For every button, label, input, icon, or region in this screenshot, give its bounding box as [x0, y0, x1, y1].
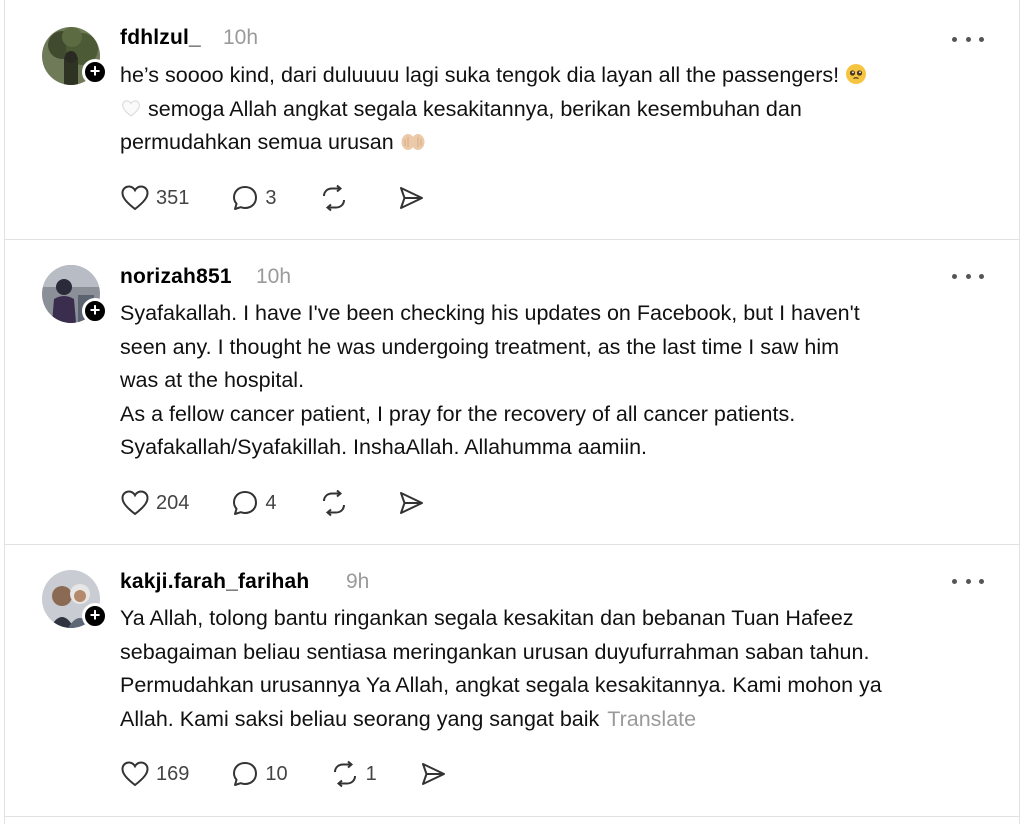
send-icon: [399, 187, 423, 209]
share-button[interactable]: [397, 489, 425, 517]
post-text-line: seen any. I thought he was undergoing tr…: [120, 334, 840, 359]
repost-icon: [333, 760, 356, 788]
send-icon: [399, 492, 423, 514]
post-text-line: Permudahkan urusannya Ya Allah, angkat s…: [120, 673, 882, 697]
like-button[interactable]: 204: [120, 489, 189, 517]
action-bar: 351 3: [120, 183, 467, 213]
pleading-face-icon: [846, 64, 867, 84]
post-time[interactable]: 9h: [346, 570, 369, 594]
post-text-line: was at the hospital.: [120, 368, 305, 392]
more-icon[interactable]: [952, 269, 984, 283]
repost-button[interactable]: [319, 184, 355, 212]
translate-link[interactable]: Translate: [607, 707, 696, 731]
comment-icon: [233, 491, 258, 515]
like-button[interactable]: 351: [120, 184, 189, 212]
repost-button[interactable]: [319, 489, 355, 517]
post-time[interactable]: 10h: [223, 26, 258, 50]
post-fdhlzul: + fdhlzul_ 10h he’s soooo kind, dari dul…: [5, 0, 1019, 240]
post-body: he’s soooo kind, dari duluuuu lagi suka …: [120, 59, 1000, 160]
post-text-line: Ya Allah, tolong bantu ringankan segala …: [120, 606, 854, 630]
repost-icon: [322, 184, 345, 212]
send-icon: [421, 763, 445, 785]
repost-icon: [322, 489, 345, 517]
reply-button[interactable]: 10: [231, 760, 288, 788]
post-kakji-farah-farihah: + kakji.farah_farihah 9h Ya Allah, tolon…: [5, 545, 1019, 817]
post-body: Syafakallah. I have I've been checking h…: [120, 297, 1000, 465]
more-icon[interactable]: [952, 574, 984, 588]
post-text-line: Syafakallah/Syafakillah. InshaAllah. All…: [120, 435, 648, 459]
like-count: 204: [156, 491, 190, 514]
reply-count: 4: [265, 491, 277, 514]
follow-plus-icon[interactable]: +: [82, 298, 108, 324]
username[interactable]: norizah851: [120, 265, 232, 289]
praying-hands-icon: [401, 134, 425, 150]
post-norizah851: + norizah851 10h Syafakallah. I have I'v…: [5, 240, 1019, 545]
share-button[interactable]: [419, 760, 447, 788]
post-text-line: semoga Allah angkat segala kesakitannya,…: [147, 96, 802, 121]
post-text-line: Syafakallah. I have I've been checking h…: [120, 301, 860, 325]
post-text-line: As a fellow cancer patient, I pray for t…: [120, 401, 796, 426]
heart-icon: [121, 490, 149, 516]
post-text-line: permudahkan semua urusan: [120, 130, 394, 154]
repost-button[interactable]: 1: [330, 760, 377, 788]
like-count: 351: [156, 186, 190, 209]
comment-icon: [233, 186, 258, 210]
like-button[interactable]: 169: [120, 760, 189, 788]
post-text-line: sebagaiman beliau sentiasa meringankan u…: [120, 639, 870, 664]
post-time[interactable]: 10h: [256, 265, 291, 289]
follow-plus-icon[interactable]: +: [82, 59, 108, 85]
like-count: 169: [156, 762, 190, 785]
reply-button[interactable]: 4: [231, 489, 277, 517]
reply-count: 3: [265, 186, 277, 209]
username[interactable]: fdhlzul_: [120, 26, 201, 50]
post-body: Ya Allah, tolong bantu ringankan segala …: [120, 602, 1000, 736]
repost-count: 1: [365, 762, 377, 785]
heart-icon: [121, 185, 149, 211]
post-text-line: Allah. Kami saksi beliau seorang yang sa…: [120, 706, 600, 731]
action-bar: 169 10 1: [120, 759, 489, 789]
heart-icon: [121, 761, 149, 787]
follow-plus-icon[interactable]: +: [82, 603, 108, 629]
reply-count: 10: [265, 762, 288, 785]
comment-icon: [233, 762, 258, 786]
username[interactable]: kakji.farah_farihah: [120, 570, 309, 594]
white-heart-icon: [122, 99, 140, 117]
reply-button[interactable]: 3: [231, 184, 277, 212]
action-bar: 204 4: [120, 488, 467, 518]
post-text-line: he’s soooo kind, dari duluuuu lagi suka …: [120, 63, 840, 87]
share-button[interactable]: [397, 184, 425, 212]
more-icon[interactable]: [952, 32, 984, 46]
